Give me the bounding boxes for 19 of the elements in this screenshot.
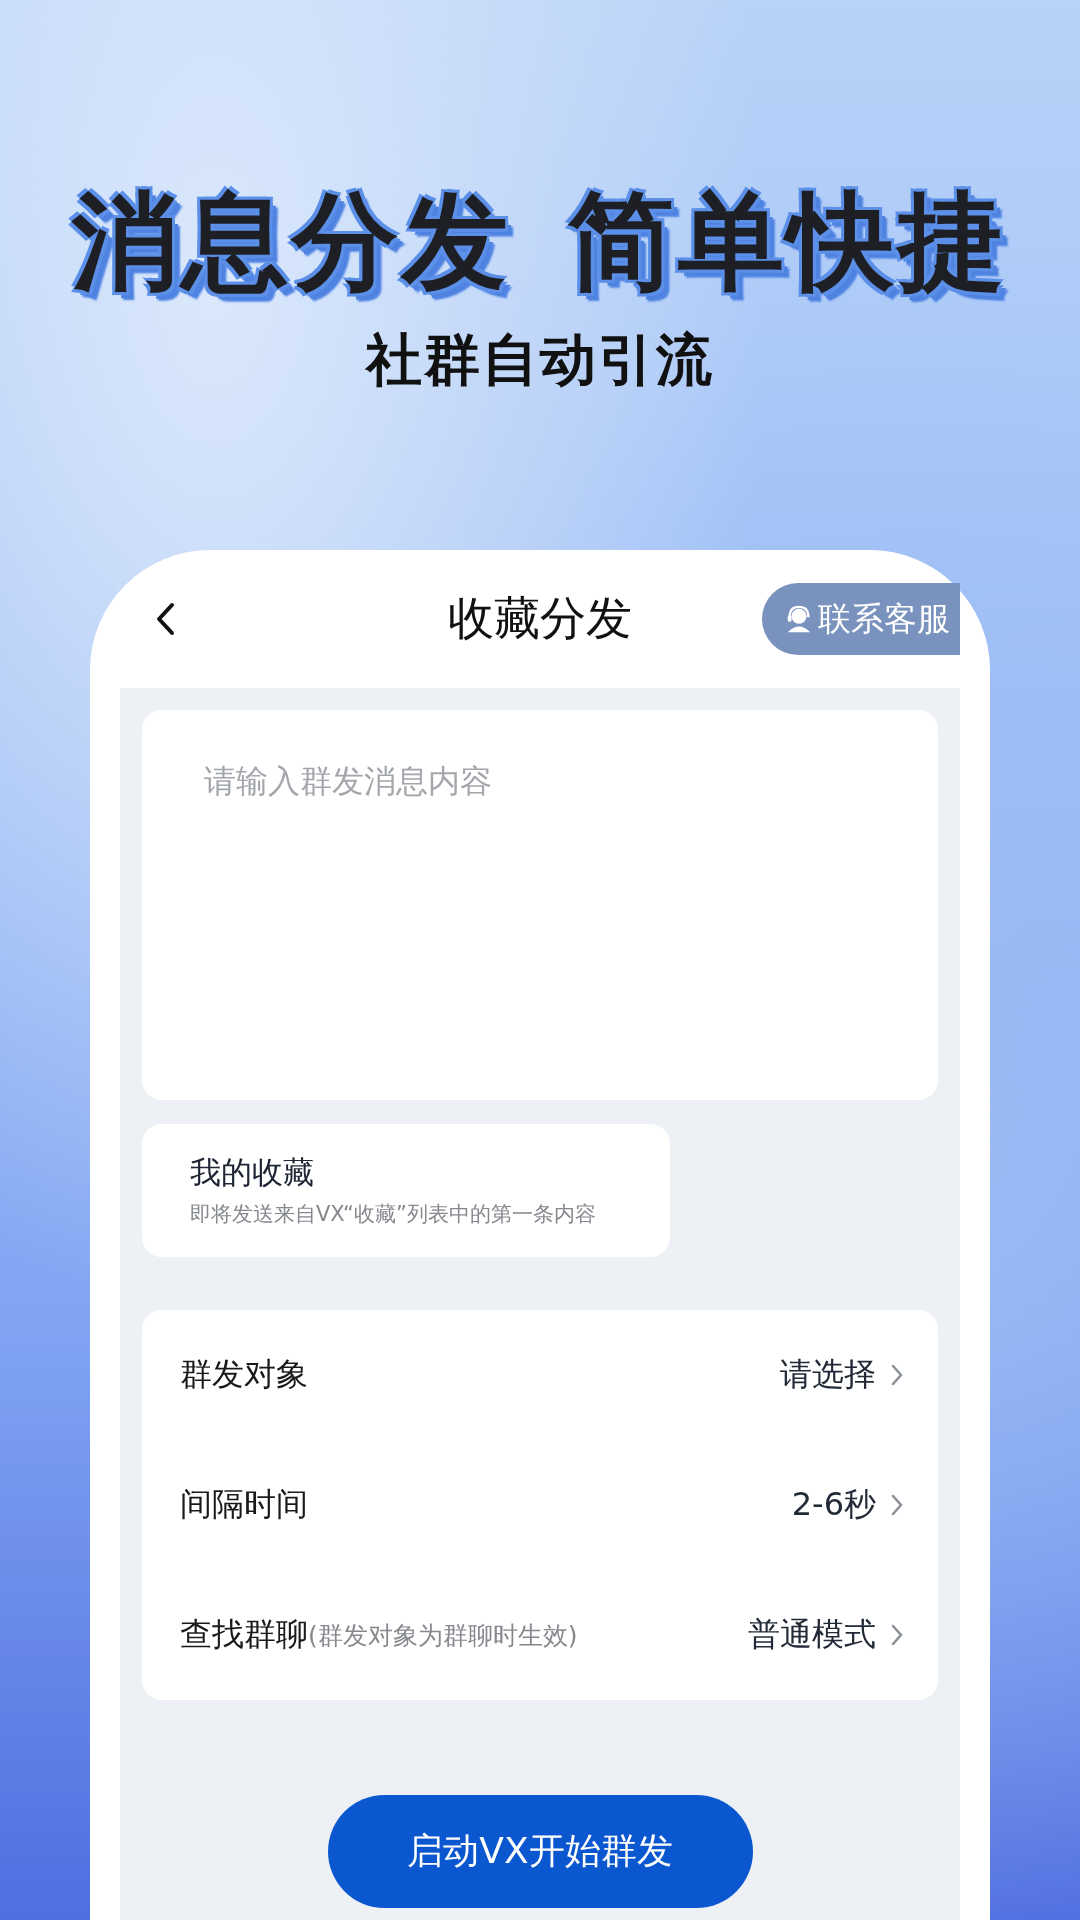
- setting-note: (群发对象为群聊时生效): [308, 1619, 578, 1652]
- chevron-icon[interactable]: [890, 1623, 904, 1647]
- subtitle: 社群自动引流: [366, 326, 714, 395]
- setting-label: 间隔时间: [180, 1484, 308, 1525]
- screen-title: 收藏分发: [448, 590, 632, 647]
- headline: 简单快捷: [568, 179, 1008, 305]
- favorites-title: 我的收藏: [190, 1153, 315, 1192]
- chevron-icon[interactable]: [890, 1493, 904, 1517]
- start-button[interactable]: 启动VX开始群发: [327, 1795, 753, 1908]
- setting-value[interactable]: 请选择: [780, 1353, 876, 1397]
- setting-value[interactable]: 普通模式: [748, 1613, 876, 1657]
- message-input-field[interactable]: 请输入群发消息内容: [142, 710, 938, 1100]
- setting-label: 查找群聊: [180, 1614, 308, 1655]
- setting-label: 群发对象: [180, 1354, 308, 1395]
- headline: 消息分发: [72, 179, 512, 305]
- favorites-card[interactable]: 我的收藏 即将发送来自VX“收藏”列表中的第一条内容: [142, 1124, 670, 1257]
- chevron-icon[interactable]: [890, 1363, 904, 1387]
- setting-value[interactable]: 2-6秒: [791, 1483, 876, 1527]
- favorites-description: 即将发送来自VX“收藏”列表中的第一条内容: [190, 1201, 597, 1228]
